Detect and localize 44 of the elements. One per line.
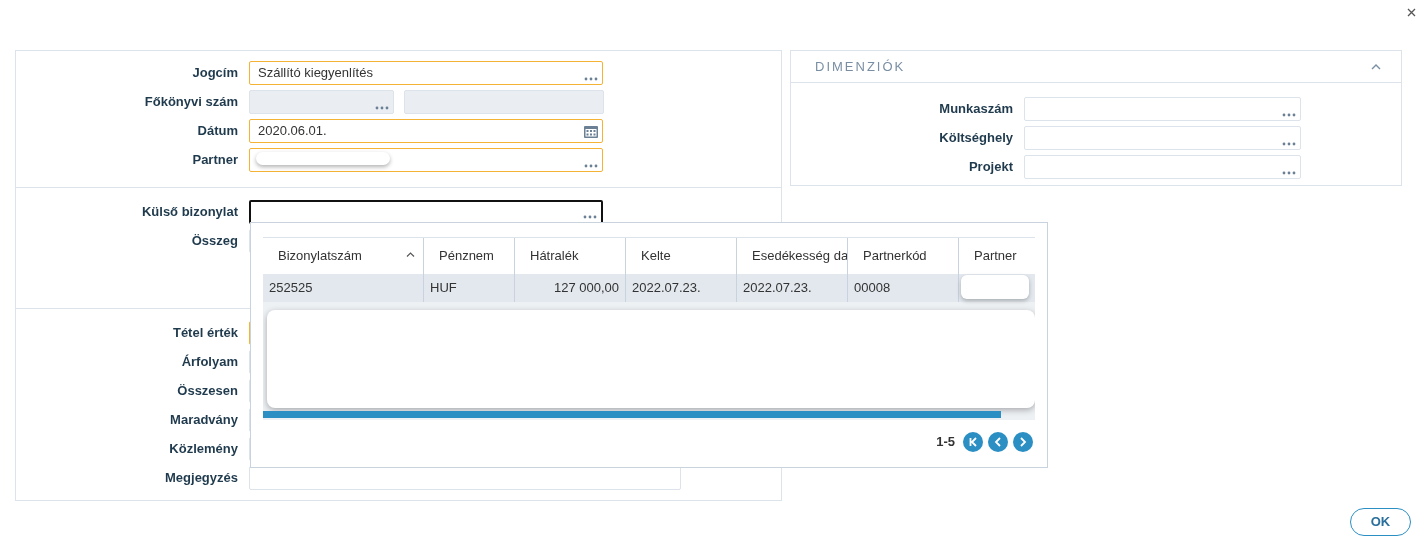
more-icon[interactable] xyxy=(584,77,598,81)
table-cell-text: 127 000,00 xyxy=(553,279,619,298)
more-icon[interactable] xyxy=(583,215,597,219)
field-label: Jogcím xyxy=(191,64,238,83)
field-label: Közlemény xyxy=(168,440,238,459)
field-label: Összesen xyxy=(176,382,238,401)
table-cell-text: 00008 xyxy=(854,279,891,298)
field-label: Partner xyxy=(191,151,238,170)
field-label: Főkönyvi szám xyxy=(143,93,238,112)
table-cell-text: 252525 xyxy=(269,279,313,298)
field-label: Külső bizonylat xyxy=(140,203,238,222)
table-cell-text: HUF xyxy=(430,279,457,298)
field-label: Dátum xyxy=(196,122,238,141)
page-range: 1-5 xyxy=(936,433,955,452)
sort-icon xyxy=(406,252,415,257)
field-label: Tétel érték xyxy=(171,324,238,343)
more-icon[interactable] xyxy=(584,164,598,168)
first-page-icon[interactable] xyxy=(963,432,983,452)
field-label: Megjegyzés xyxy=(164,469,238,488)
previous-page-icon[interactable] xyxy=(988,432,1008,452)
more-icon[interactable] xyxy=(1282,113,1296,117)
field-label: Maradvány xyxy=(169,411,238,430)
field-label: Árfolyam xyxy=(180,353,238,372)
more-icon[interactable] xyxy=(1282,171,1296,175)
field-label: Projekt xyxy=(967,158,1013,177)
table-cell-text: 2022.07.23. xyxy=(743,279,812,298)
next-page-icon[interactable] xyxy=(1013,432,1033,452)
scrollbar[interactable] xyxy=(263,411,1001,418)
input-field[interactable] xyxy=(249,200,603,224)
input-field[interactable]: Szállító kiegyenlítés xyxy=(249,61,603,85)
field-label: Költséghely xyxy=(938,129,1013,148)
input-field[interactable] xyxy=(249,148,603,172)
calendar-icon[interactable] xyxy=(584,125,598,138)
close-icon[interactable] xyxy=(1407,8,1416,17)
collapse-icon[interactable] xyxy=(1371,63,1381,70)
grid-row[interactable]: 252525 HUF 127 000,00 2022.07.23. 2022.07.23. 00008 xyxy=(263,274,1035,302)
more-icon[interactable] xyxy=(1282,142,1296,146)
column-header[interactable]: Bizonylatszám xyxy=(263,238,423,274)
ok-button[interactable]: OK xyxy=(1350,508,1411,536)
field-label: Munkaszám xyxy=(938,100,1013,119)
table-cell-text: 2022.07.23. xyxy=(632,279,701,298)
input-field[interactable]: 2020.06.01. xyxy=(249,119,603,143)
field-label: Összeg xyxy=(190,232,238,251)
panel-title: DIMENZIÓK xyxy=(815,57,906,76)
